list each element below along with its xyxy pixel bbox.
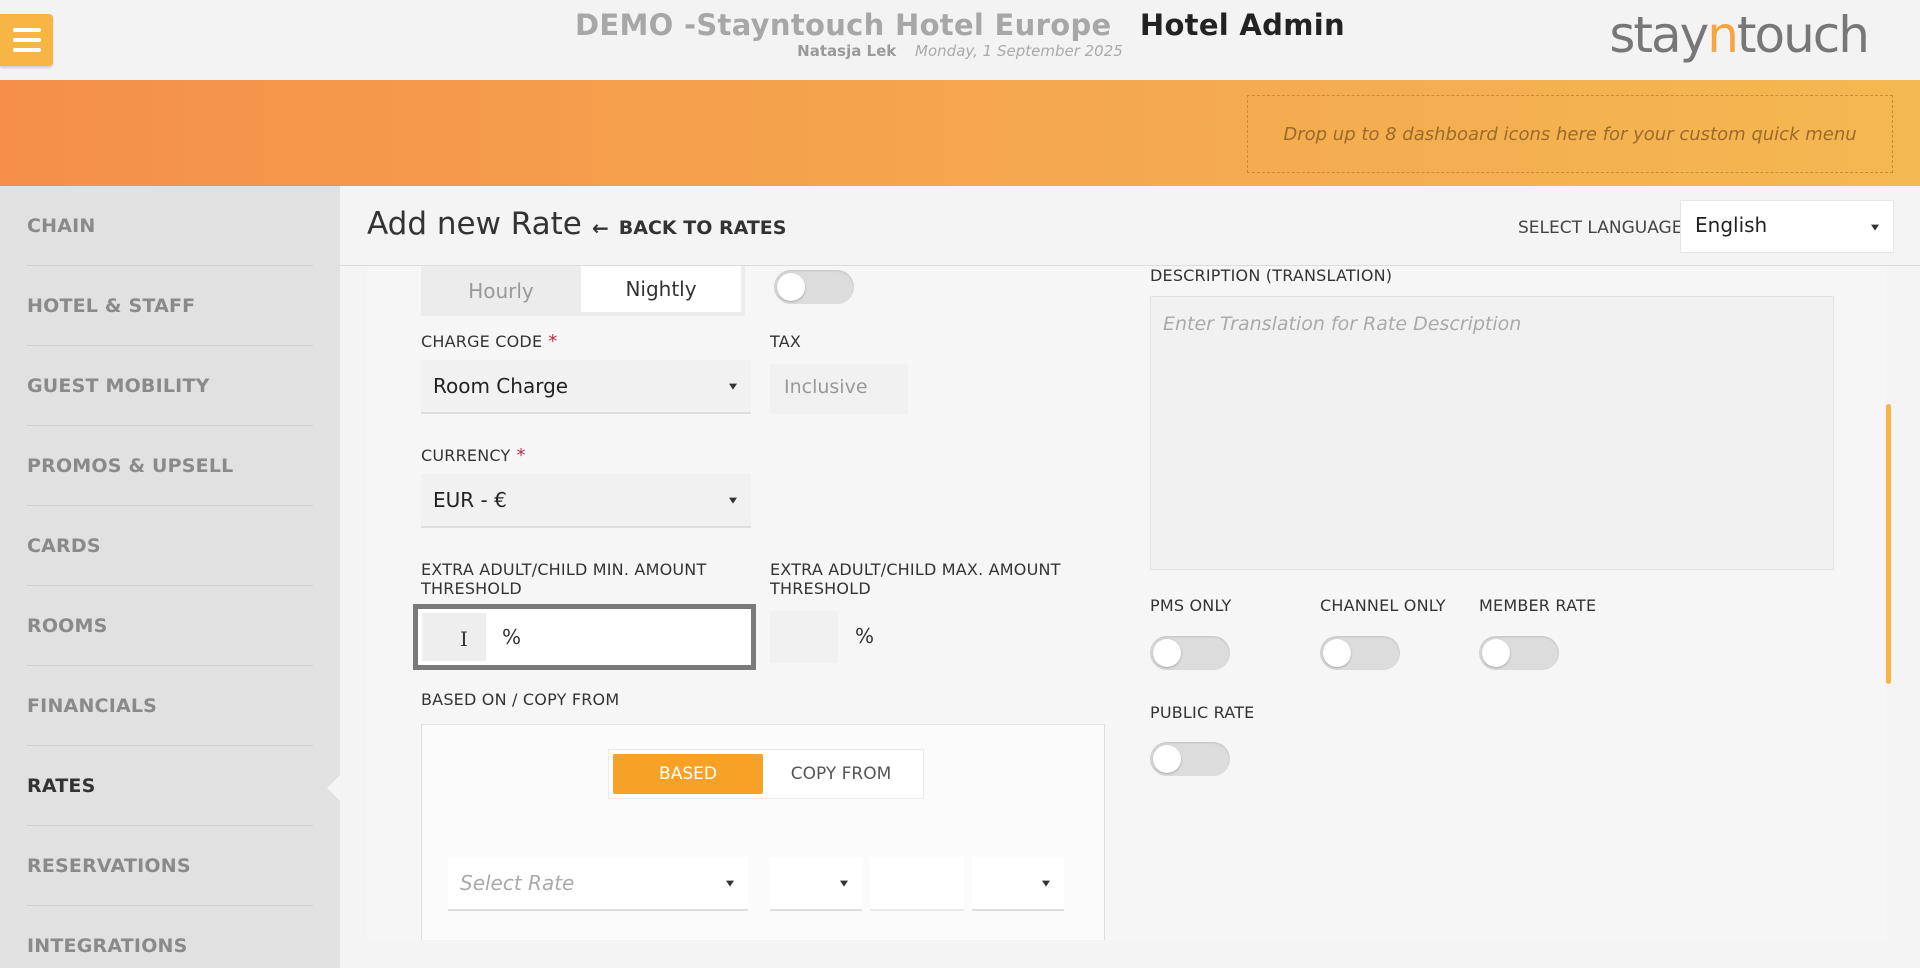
min-threshold-label: EXTRA ADULT/CHILD MIN. AMOUNT THRESHOLD: [421, 560, 707, 598]
max-threshold-label: EXTRA ADULT/CHILD MAX. AMOUNT THRESHOLD: [770, 560, 1061, 598]
chevron-down-icon: [726, 880, 734, 887]
hotel-name: DEMO -Stayntouch Hotel Europe: [575, 8, 1112, 42]
sidebar-item-chain[interactable]: CHAIN: [27, 186, 313, 266]
chevron-down-icon: [729, 497, 737, 504]
based-on-panel: BASED COPY FROM Select Rate: [421, 724, 1105, 940]
text-cursor-icon: I: [460, 627, 468, 651]
based-tab[interactable]: BASED: [613, 754, 763, 794]
user-name: Natasja Lek: [797, 42, 897, 60]
nightly-option[interactable]: Nightly: [581, 266, 741, 312]
adjustment-type-select[interactable]: [770, 857, 862, 911]
adjustment-amount-input[interactable]: [870, 857, 964, 911]
sidebar-item-integrations[interactable]: INTEGRATIONS: [27, 906, 313, 968]
select-rate-dropdown[interactable]: Select Rate: [448, 857, 748, 911]
top-bar: DEMO -Stayntouch Hotel Europe Hotel Admi…: [0, 0, 1920, 80]
language-select[interactable]: English: [1680, 200, 1894, 253]
scrollbar[interactable]: [1886, 404, 1891, 684]
sidebar-item-reservations[interactable]: RESERVATIONS: [27, 826, 313, 906]
charge-code-select[interactable]: Room Charge: [421, 360, 751, 414]
description-textarea[interactable]: Enter Translation for Rate Description: [1150, 296, 1834, 570]
copy-from-tab[interactable]: COPY FROM: [763, 754, 919, 794]
sidebar-item-rates[interactable]: RATES: [27, 746, 313, 826]
channel-only-toggle[interactable]: [1320, 636, 1400, 670]
member-rate-toggle[interactable]: [1479, 636, 1559, 670]
business-date: Monday, 1 September 2025: [915, 42, 1123, 60]
percent-sign: %: [502, 625, 522, 649]
sidebar-item-promos-upsell[interactable]: PROMOS & UPSELL: [27, 426, 313, 506]
sidebar-item-hotel-staff[interactable]: HOTEL & STAFF: [27, 266, 313, 346]
rate-switch[interactable]: [774, 270, 854, 304]
sidebar-item-rooms[interactable]: ROOMS: [27, 586, 313, 666]
sidebar-item-financials[interactable]: FINANCIALS: [27, 666, 313, 746]
tax-value: Inclusive: [770, 364, 908, 414]
quick-menu-dropzone[interactable]: Drop up to 8 dashboard icons here for yo…: [1247, 95, 1893, 173]
language-value: English: [1695, 213, 1768, 237]
min-threshold-field[interactable]: I %: [413, 604, 756, 670]
description-label: DESCRIPTION (TRANSLATION): [1150, 266, 1393, 285]
sidebar: CHAIN HOTEL & STAFF GUEST MOBILITY PROMO…: [0, 186, 341, 968]
max-threshold-input[interactable]: [770, 611, 838, 663]
public-rate-label: PUBLIC RATE: [1150, 703, 1255, 722]
language-label: SELECT LANGUAGE: [1518, 218, 1683, 238]
chevron-down-icon: [1042, 880, 1050, 887]
based-copy-tabs: BASED COPY FROM: [608, 749, 924, 799]
brand-logo: stayntouch: [1609, 6, 1870, 64]
channel-only-label: CHANNEL ONLY: [1320, 596, 1446, 615]
charge-code-value: Room Charge: [433, 374, 569, 398]
back-to-rates-link[interactable]: ← BACK TO RATES: [592, 216, 786, 240]
adjustment-unit-select[interactable]: [972, 857, 1064, 911]
sidebar-item-cards[interactable]: CARDS: [27, 506, 313, 586]
sidebar-item-guest-mobility[interactable]: GUEST MOBILITY: [27, 346, 313, 426]
rate-form: Hourly Nightly CHARGE CODE * Room Charge …: [367, 266, 1887, 940]
page-title: Add new Rate: [367, 206, 582, 242]
chevron-down-icon: [840, 880, 848, 887]
charge-code-label: CHARGE CODE *: [421, 331, 558, 352]
active-indicator: [327, 774, 341, 802]
chevron-down-icon: [1871, 224, 1879, 231]
rate-period-toggle: Hourly Nightly: [421, 266, 745, 316]
public-rate-toggle[interactable]: [1150, 742, 1230, 776]
arrow-left-icon: ←: [592, 216, 609, 240]
page-header: Add new Rate ← BACK TO RATES SELECT LANG…: [340, 186, 1920, 266]
min-threshold-input[interactable]: I: [422, 613, 486, 661]
currency-select[interactable]: EUR - €: [421, 474, 751, 528]
quick-menu-band: Drop up to 8 dashboard icons here for yo…: [0, 80, 1920, 186]
percent-sign: %: [855, 624, 875, 648]
currency-value: EUR - €: [433, 488, 507, 512]
based-on-label: BASED ON / COPY FROM: [421, 690, 620, 709]
tax-label: TAX: [770, 332, 802, 351]
member-rate-label: MEMBER RATE: [1479, 596, 1597, 615]
app-name: Hotel Admin: [1139, 8, 1345, 42]
pms-only-toggle[interactable]: [1150, 636, 1230, 670]
hourly-option[interactable]: Hourly: [421, 266, 581, 316]
pms-only-label: PMS ONLY: [1150, 596, 1232, 615]
currency-label: CURRENCY *: [421, 445, 526, 466]
back-label: BACK TO RATES: [618, 217, 787, 239]
chevron-down-icon: [729, 383, 737, 390]
select-rate-placeholder: Select Rate: [460, 871, 575, 895]
